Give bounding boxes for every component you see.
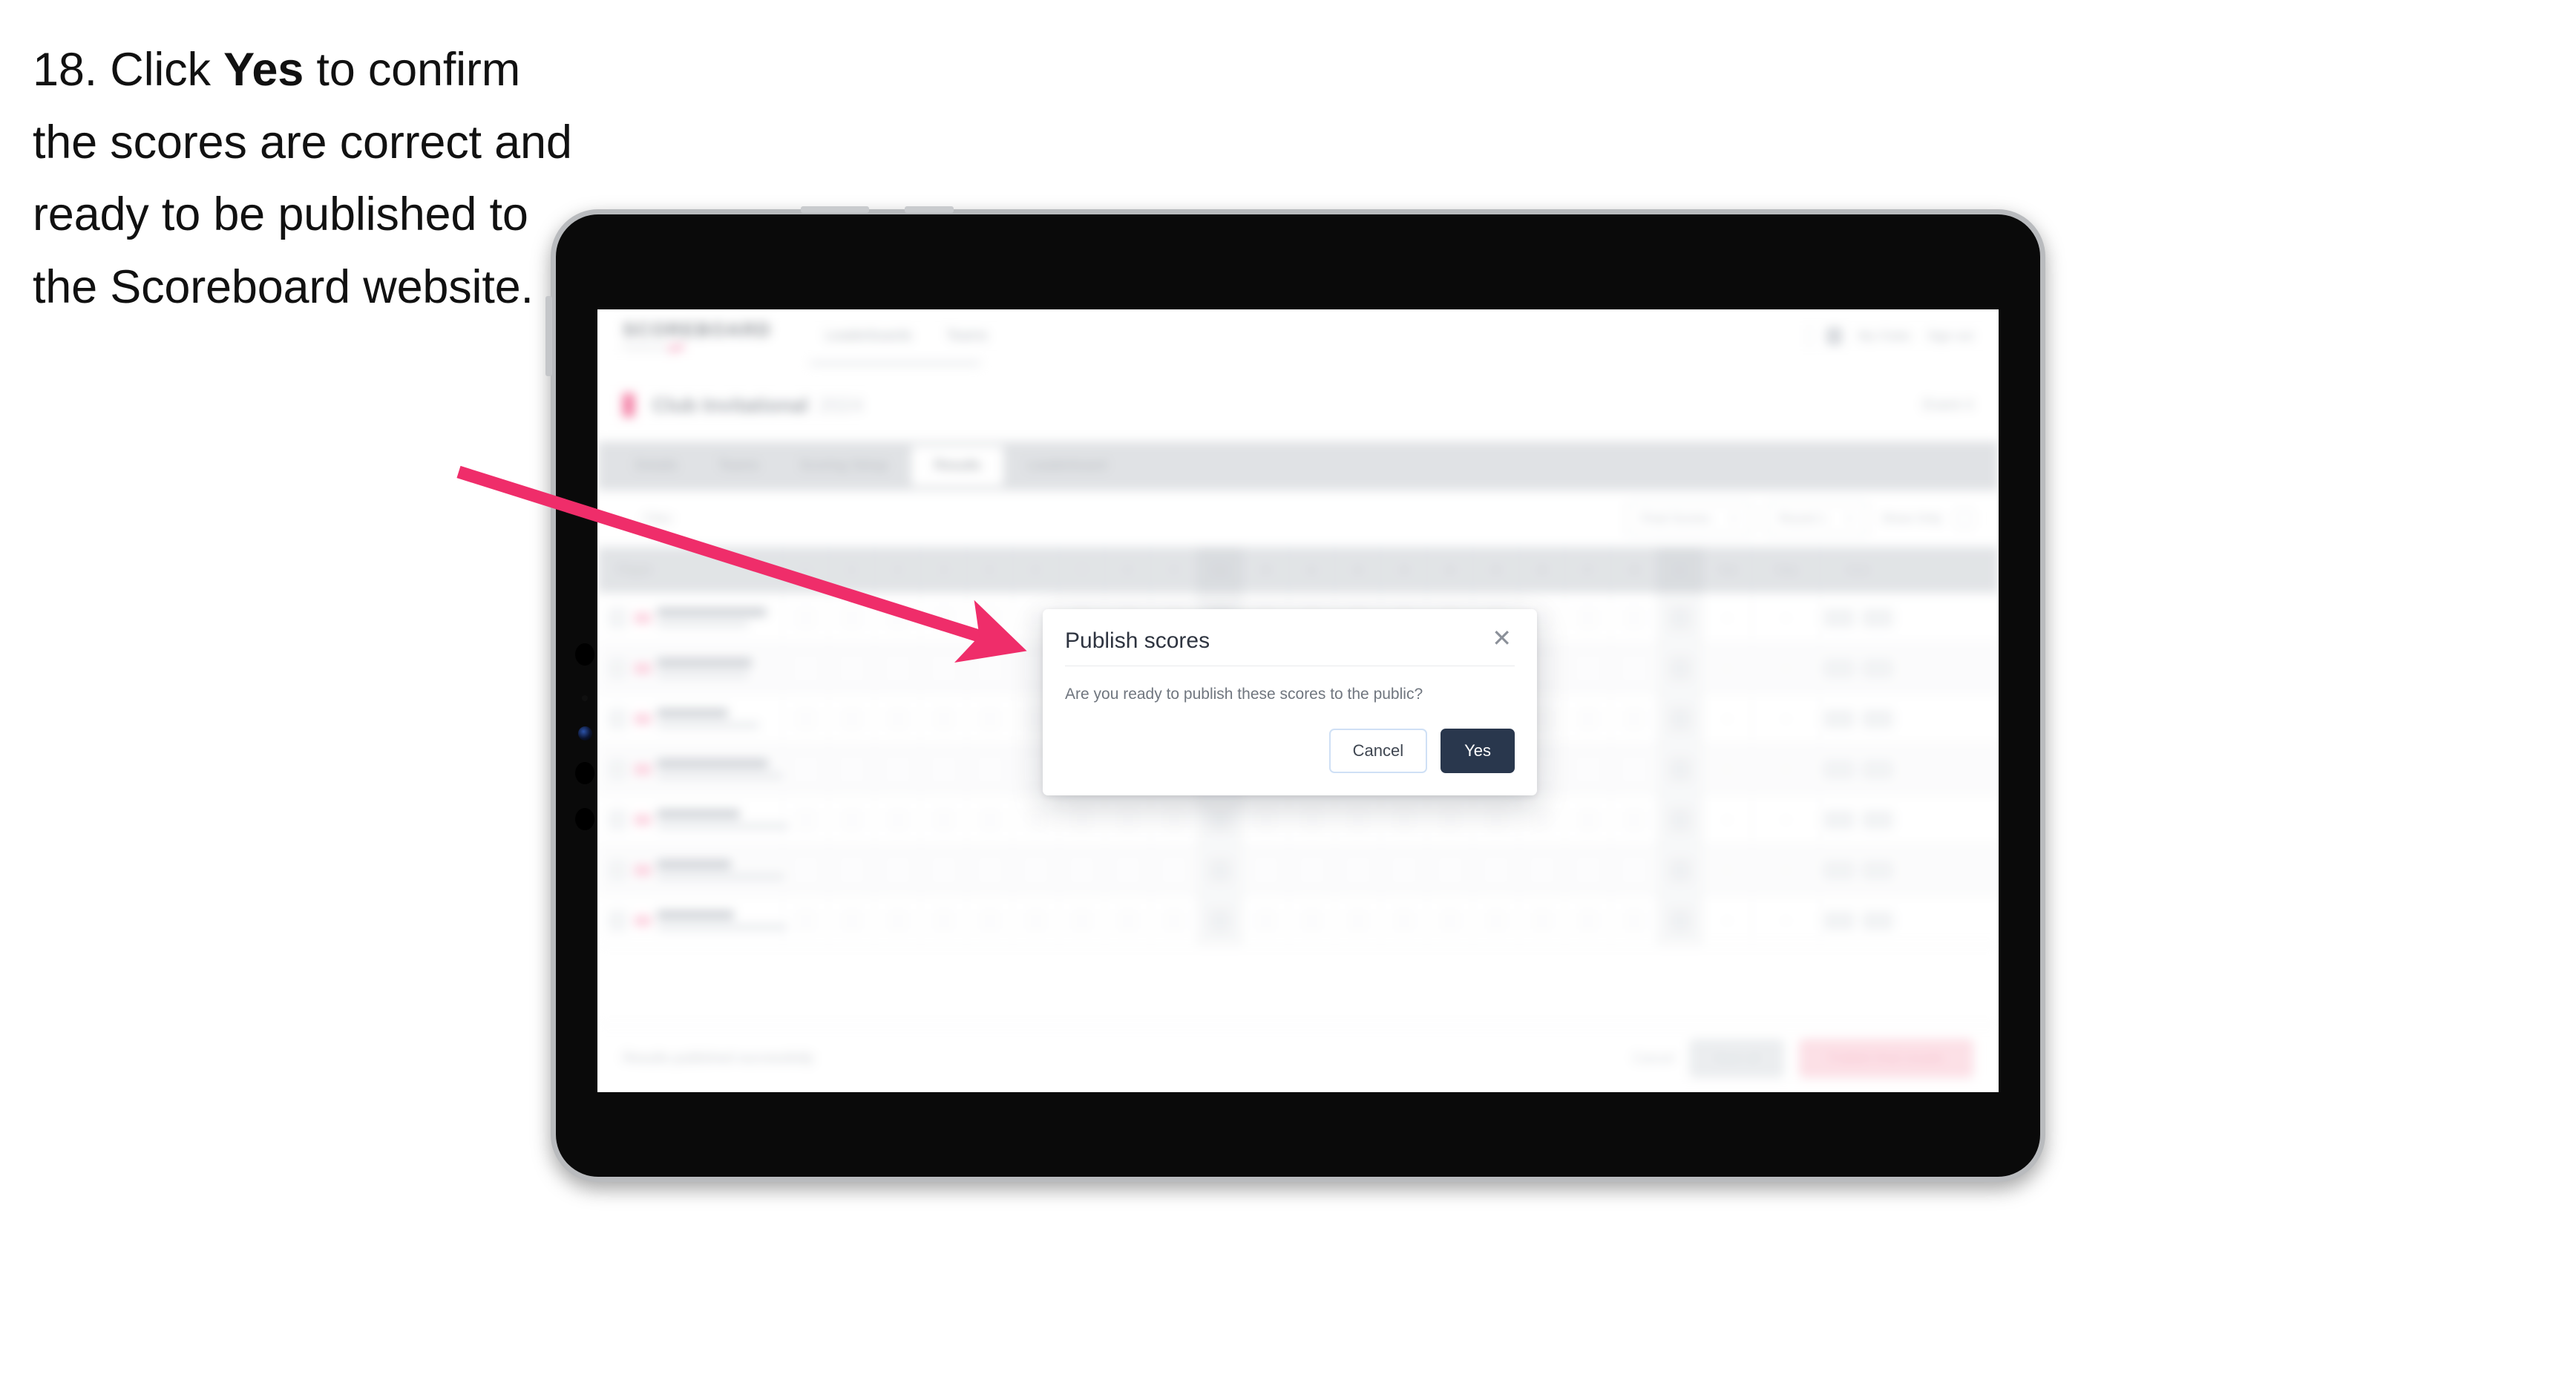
modal-title: Publish scores <box>1065 628 1210 653</box>
cancel-button[interactable]: Cancel <box>1328 729 1428 773</box>
tablet-device: SCOREBOARD Powered by golf Leaderboards T… <box>545 206 2045 1182</box>
yes-button[interactable]: Yes <box>1441 729 1515 773</box>
screenshot-root: 18. Click Yes to confirm the scores are … <box>0 0 2576 1386</box>
modal-header: Publish scores ✕ <box>1065 626 1515 666</box>
tablet-screen: SCOREBOARD Powered by golf Leaderboards T… <box>597 309 1999 1092</box>
publish-scores-modal: Publish scores ✕ Are you ready to publis… <box>1043 609 1537 795</box>
instruction-caption: 18. Click Yes to confirm the scores are … <box>33 34 582 324</box>
microphone-icon <box>582 695 588 701</box>
device-top-button-1 <box>801 206 869 213</box>
modal-actions: Cancel Yes <box>1065 703 1515 773</box>
camera-lens-icon <box>575 762 594 784</box>
sensor-icon <box>578 726 592 740</box>
modal-body-text: Are you ready to publish these scores to… <box>1065 686 1423 703</box>
close-icon[interactable]: ✕ <box>1489 626 1515 650</box>
device-side-button <box>545 296 552 376</box>
camera-lens-icon <box>575 643 594 666</box>
caption-bold-yes: Yes <box>223 44 304 96</box>
camera-lens-icon <box>575 808 594 830</box>
device-top-button-2 <box>905 206 954 213</box>
caption-step-prefix: 18. Click <box>33 44 224 96</box>
